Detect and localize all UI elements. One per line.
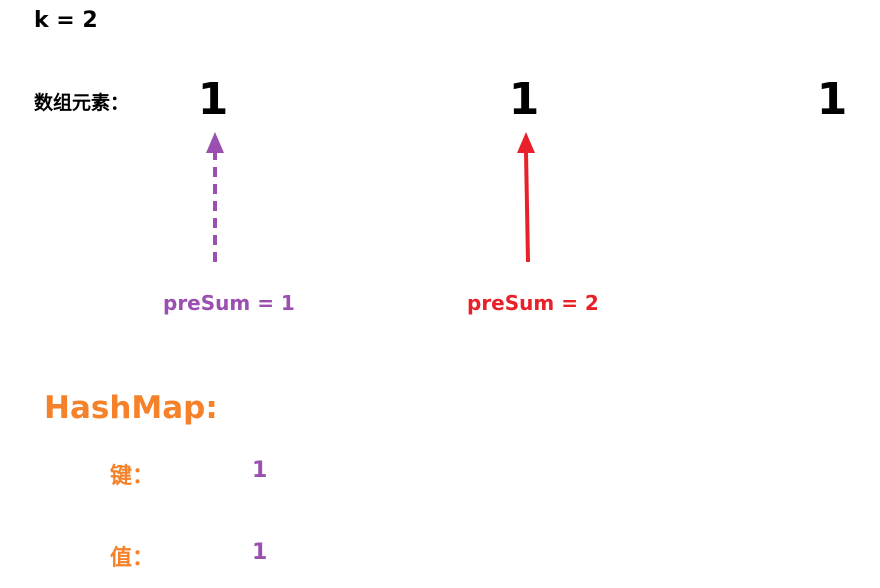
hashmap-key-value: 1: [252, 458, 268, 483]
hashmap-value-value: 1: [252, 540, 268, 565]
hashmap-value-label: 值：: [110, 546, 155, 571]
pointer-arrows: [206, 132, 535, 263]
current-presum-label: preSum = 2: [467, 291, 599, 315]
previous-presum-label: preSum = 1: [163, 291, 295, 315]
current-presum-arrow: [517, 132, 535, 263]
hashmap-title: HashMap:: [44, 390, 218, 426]
previous-presum-arrow: [206, 132, 224, 262]
hashmap-key-label: 键：: [110, 464, 155, 489]
